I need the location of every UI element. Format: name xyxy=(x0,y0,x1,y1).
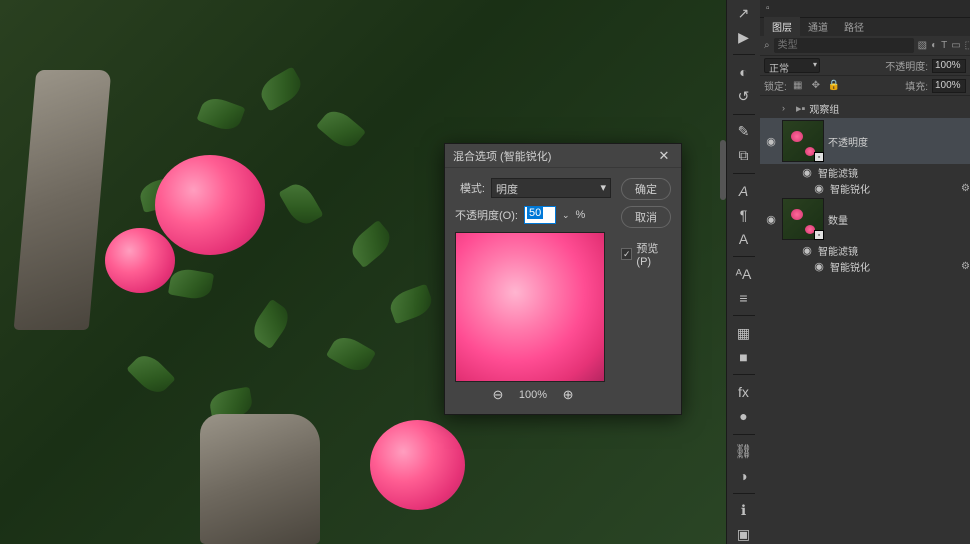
smart-filters-row[interactable]: ◉ 智能滤镜 xyxy=(760,242,970,258)
char-styles-icon[interactable]: ᴬA xyxy=(733,265,755,283)
visibility-toggle[interactable]: ◉ xyxy=(812,260,826,273)
fill-value[interactable]: 100% xyxy=(932,79,966,93)
folder-icon: ▸▪ xyxy=(796,102,805,115)
smart-filters-label: 智能滤镜 xyxy=(818,165,858,180)
doc-icon: ▫ xyxy=(766,3,770,14)
link-icon[interactable]: ⛓ xyxy=(733,442,755,460)
lock-pixels-icon[interactable]: ▦ xyxy=(791,79,805,93)
layer-filter-input[interactable] xyxy=(774,38,914,53)
brush-icon[interactable]: ✎ xyxy=(733,122,755,140)
close-icon[interactable]: ✕ xyxy=(655,147,673,165)
tab-paths[interactable]: 路径 xyxy=(836,17,872,36)
adjust-icon[interactable]: ◐ xyxy=(733,63,755,81)
lock-position-icon[interactable]: ✥ xyxy=(809,79,823,93)
rose-shape xyxy=(370,420,465,510)
paragraph-icon[interactable]: ¶ xyxy=(733,206,755,224)
filter-item-row[interactable]: ◉ 智能锐化 ⚙ xyxy=(760,180,970,196)
info-icon[interactable]: ℹ xyxy=(733,502,755,520)
glyph-icon[interactable]: A xyxy=(733,230,755,248)
dialog-titlebar[interactable]: 混合选项 (智能锐化) ✕ xyxy=(445,144,681,168)
color-icon[interactable]: ◑ xyxy=(733,467,755,485)
filter-adjust-icon[interactable]: ◐ xyxy=(931,39,937,53)
lock-label: 锁定: xyxy=(764,78,787,93)
visibility-toggle[interactable]: ◉ xyxy=(812,182,826,195)
panel-titlebar: ▫ xyxy=(760,0,970,18)
filter-text-icon[interactable]: T xyxy=(941,39,947,53)
tab-channels[interactable]: 通道 xyxy=(800,17,836,36)
swatch-icon[interactable]: ■ xyxy=(733,348,755,366)
filter-name: 智能锐化 xyxy=(830,181,870,196)
smart-object-badge: ▫ xyxy=(814,230,824,240)
mode-label: 模式: xyxy=(455,180,485,196)
smart-filters-label: 智能滤镜 xyxy=(818,243,858,258)
filter-image-icon[interactable]: ▧ xyxy=(918,39,927,53)
history-icon[interactable]: ↺ xyxy=(733,87,755,105)
grid-icon[interactable]: ▦ xyxy=(733,324,755,342)
type-a-icon[interactable]: A xyxy=(733,182,755,200)
layer-row[interactable]: ◉ ▫ 不透明度 xyxy=(760,118,970,164)
zoom-level: 100% xyxy=(519,389,547,401)
para-styles-icon[interactable]: ≡ xyxy=(733,289,755,307)
visibility-toggle[interactable]: ◉ xyxy=(764,213,778,226)
rock-shape xyxy=(200,414,320,544)
lock-all-icon[interactable]: 🔒 xyxy=(827,79,841,93)
rose-shape xyxy=(105,228,175,293)
cancel-button[interactable]: 取消 xyxy=(621,206,671,228)
blend-mode-select[interactable]: 正常 xyxy=(764,58,820,73)
preview-thumbnail[interactable] xyxy=(455,232,605,382)
search-icon: ⌕ xyxy=(764,39,770,53)
chevron-right-icon[interactable]: › xyxy=(782,103,792,113)
play-icon[interactable]: ▶ xyxy=(733,28,755,46)
preview-label: 预览(P) xyxy=(636,240,671,268)
layers-panel: ▫ 图层 通道 路径 ⌕ ▧ ◐ T ▭ ⬚ 正常 不透明度: 100% 锁定:… xyxy=(760,0,970,544)
clone-icon[interactable]: ⧉ xyxy=(733,147,755,165)
filter-shape-icon[interactable]: ▭ xyxy=(951,39,960,53)
filter-options-icon[interactable]: ⚙ xyxy=(961,183,970,194)
layer-row[interactable]: ◉ ▫ 数量 xyxy=(760,196,970,242)
zoom-out-icon[interactable]: ⊖ xyxy=(489,386,507,404)
percent-suffix: % xyxy=(576,209,586,221)
preview-checkbox[interactable]: ✓ xyxy=(621,248,632,260)
layer-name: 不透明度 xyxy=(828,134,868,149)
mode-select[interactable]: 明度 xyxy=(491,178,611,198)
filter-smart-icon[interactable]: ⬚ xyxy=(965,39,970,53)
dialog-title: 混合选项 (智能锐化) xyxy=(453,148,551,164)
layer-thumbnail[interactable]: ▫ xyxy=(782,120,824,162)
rose-shape xyxy=(155,155,265,255)
filter-name: 智能锐化 xyxy=(830,259,870,274)
tab-layers[interactable]: 图层 xyxy=(764,17,800,36)
fx-icon[interactable]: fx xyxy=(733,383,755,401)
opacity-label: 不透明度(O): xyxy=(455,207,518,223)
filter-options-icon[interactable]: ⚙ xyxy=(961,261,970,272)
smart-object-badge: ▫ xyxy=(814,152,824,162)
opacity-value[interactable]: 100% xyxy=(932,59,966,73)
visibility-toggle[interactable]: ◉ xyxy=(800,244,814,257)
chevron-down-icon[interactable]: ⌄ xyxy=(562,210,570,221)
ok-button[interactable]: 确定 xyxy=(621,178,671,200)
filter-item-row[interactable]: ◉ 智能锐化 ⚙ xyxy=(760,258,970,274)
visibility-toggle[interactable]: ◉ xyxy=(764,135,778,148)
smart-filters-row[interactable]: ◉ 智能滤镜 xyxy=(760,164,970,180)
visibility-toggle[interactable] xyxy=(764,102,778,114)
opacity-input[interactable]: 50 xyxy=(524,206,556,224)
panel-tabs: 图层 通道 路径 xyxy=(760,18,970,36)
layer-group-row[interactable]: › ▸▪ 观察组 xyxy=(760,98,970,118)
zoom-in-icon[interactable]: ⊕ xyxy=(559,386,577,404)
visibility-toggle[interactable]: ◉ xyxy=(800,166,814,179)
opacity-label: 不透明度: xyxy=(885,58,928,73)
layer-thumbnail[interactable]: ▫ xyxy=(782,198,824,240)
layer-name: 数量 xyxy=(828,212,848,227)
dot-icon[interactable]: ● xyxy=(733,407,755,425)
blend-options-dialog: 混合选项 (智能锐化) ✕ 模式: 明度 不透明度(O): 50 ⌄ % ⊖ 1… xyxy=(444,143,682,415)
fill-label: 填充: xyxy=(905,78,928,93)
right-toolbar: ↗ ▶ ◐ ↺ ✎ ⧉ A ¶ A ᴬA ≡ ▦ ■ fx ● ⛓ ◑ ℹ ▣ xyxy=(726,0,760,544)
group-name: 观察组 xyxy=(809,101,839,116)
share-icon[interactable]: ↗ xyxy=(733,4,755,22)
nav-icon[interactable]: ▣ xyxy=(733,526,755,544)
